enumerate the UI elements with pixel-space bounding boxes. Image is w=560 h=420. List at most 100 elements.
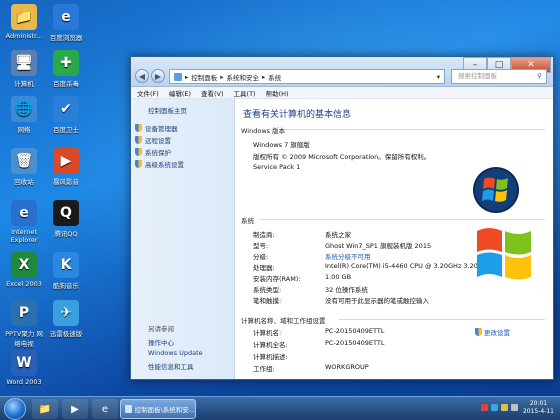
system-protection-link[interactable]: 系统保护 — [135, 147, 171, 157]
app-icon: ✈ — [53, 300, 79, 326]
address-bar[interactable]: ▸ 控制面板 ▸ 系统和安全 ▸ 系统 ▾ — [169, 69, 445, 84]
clock[interactable]: 20:01 2015-4-11 — [523, 400, 554, 416]
see-also-title: 另请参阅 — [148, 325, 174, 333]
tray-network-icon[interactable] — [491, 404, 498, 411]
remote-settings-link[interactable]: 远程设置 — [135, 135, 171, 145]
system-row-label: 分级: — [253, 253, 269, 261]
desktop-icon[interactable]: 🗑 回收站 — [2, 148, 46, 186]
desktop-icon[interactable]: X Excel 2003 — [2, 252, 46, 288]
desktop-icon[interactable]: 🖥 计算机 — [2, 50, 46, 88]
system-row-label: 制造商: — [253, 231, 275, 239]
taskbar-folder-icon[interactable]: 📁 — [32, 399, 58, 419]
desktop-icon-label: 计算机 — [14, 80, 34, 88]
control-panel-icon — [174, 72, 182, 81]
app-icon: Q — [53, 200, 79, 226]
system-row-value[interactable]: 系统分级不可用 — [325, 251, 371, 261]
app-icon: 🖥 — [11, 50, 37, 76]
tray-security-icon[interactable] — [501, 404, 508, 411]
change-settings-label: 更改设置 — [484, 329, 510, 337]
menu-tools[interactable]: 工具(T) — [234, 88, 256, 98]
breadcrumb-sep-icon: ▸ — [220, 72, 224, 81]
desktop-icon-label: 网络 — [17, 126, 31, 134]
app-icon: ▶ — [53, 148, 79, 174]
desktop-icon-label: Internet Explorer — [10, 228, 38, 244]
advanced-settings-label: 高级系统设置 — [145, 161, 184, 169]
start-button[interactable] — [4, 398, 26, 420]
menu-help[interactable]: 帮助(H) — [266, 88, 289, 98]
change-settings-link[interactable]: 更改设置 — [475, 327, 510, 337]
main-content: 查看有关计算机的基本信息 Windows 版本 Windows 7 旗舰版 版权… — [235, 99, 553, 379]
desktop-icon[interactable]: ▶ 暴风影音 — [44, 148, 88, 186]
system-row-label: 处理器: — [253, 264, 275, 272]
windows-flag-icon — [477, 228, 531, 280]
clock-time: 20:01 — [529, 400, 548, 407]
desktop-icon[interactable]: ✈ 迅雷极速版 — [44, 300, 88, 338]
computer-row-value: PC-20150409ETTL — [325, 339, 385, 347]
remote-settings-label: 远程设置 — [145, 137, 171, 145]
system-control-panel-window: – □ ✕ ◀ ▶ ▸ 控制面板 ▸ 系统和安全 ▸ 系统 ▾ 搜索控制面板 ⚲… — [130, 56, 554, 380]
control-panel-home-link[interactable]: 控制面板主页 — [148, 105, 187, 115]
divider — [339, 319, 545, 320]
taskbar-control-panel-task[interactable]: 控制面板\系统和安... — [120, 399, 196, 419]
action-center-link[interactable]: 操作中心 — [148, 337, 174, 347]
breadcrumb-system[interactable]: 系统 — [268, 72, 281, 82]
system-row-value: 没有可用于此显示器的笔或触控输入 — [325, 297, 429, 305]
taskbar-browser-icon[interactable]: e — [92, 399, 118, 419]
back-button[interactable]: ◀ — [135, 69, 149, 83]
windows-logo-icon — [473, 167, 519, 213]
taskbar-player-icon[interactable]: ▶ — [62, 399, 88, 419]
desktop-icon[interactable]: 🌐 网络 — [2, 96, 46, 134]
desktop-icon-label: 百度杀毒 — [53, 80, 79, 88]
tray-antivirus-icon[interactable] — [481, 404, 488, 411]
menu-view[interactable]: 查看(V) — [201, 88, 224, 98]
breadcrumb-system-security[interactable]: 系统和安全 — [227, 72, 260, 82]
breadcrumb-sep-icon: ▸ — [262, 72, 266, 81]
app-icon: e — [53, 4, 79, 30]
desktop-icon[interactable]: e Internet Explorer — [2, 200, 46, 244]
system-row-label: 型号: — [253, 242, 269, 250]
menu-file[interactable]: 文件(F) — [137, 88, 159, 98]
divider — [259, 219, 545, 220]
advanced-settings-link[interactable]: 高级系统设置 — [135, 159, 184, 169]
system-section-title: 系统 — [241, 217, 254, 225]
device-manager-link[interactable]: 设备管理器 — [135, 123, 178, 133]
app-icon: X — [11, 252, 37, 278]
title-bar[interactable]: – □ ✕ ◀ ▶ ▸ 控制面板 ▸ 系统和安全 ▸ 系统 ▾ 搜索控制面板 ⚲ — [131, 57, 553, 87]
desktop-icon[interactable]: Q 腾讯QQ — [44, 200, 88, 238]
desktop-icon[interactable]: ✔ 百度卫士 — [44, 96, 88, 134]
desktop-icon[interactable]: W Word 2003 — [2, 350, 46, 386]
menu-edit[interactable]: 编辑(E) — [169, 88, 191, 98]
windows-update-link[interactable]: Windows Update — [148, 349, 203, 357]
page-title: 查看有关计算机的基本信息 — [243, 110, 352, 120]
address-dropdown-icon[interactable]: ▾ — [437, 73, 440, 81]
desktop-icon[interactable]: e 百度浏览器 — [44, 4, 88, 42]
search-input[interactable]: 搜索控制面板 ⚲ — [451, 69, 547, 84]
system-row-value: Intel(R) Core(TM) i5-4460 CPU @ 3.20GHz … — [325, 262, 494, 270]
app-icon: W — [11, 350, 37, 376]
clock-date: 2015-4-11 — [522, 408, 554, 415]
breadcrumb-control-panel[interactable]: 控制面板 — [191, 72, 217, 82]
desktop-icon[interactable]: K 酷狗音乐 — [44, 252, 88, 290]
edition-section-title: Windows 版本 — [241, 127, 286, 135]
shield-icon — [475, 328, 482, 336]
computer-row-value: WORKGROUP — [325, 363, 369, 371]
computer-row-label: 工作组: — [253, 365, 275, 373]
device-manager-label: 设备管理器 — [145, 125, 178, 133]
desktop-icon[interactable]: 📁 Administr... — [2, 4, 46, 40]
desktop-icon-label: 暴风影音 — [53, 178, 79, 186]
performance-tools-link[interactable]: 性能信息和工具 — [148, 361, 194, 371]
desktop-icon-label: 腾讯QQ — [54, 230, 78, 238]
divider — [285, 129, 545, 130]
desktop-icon[interactable]: P PPTV聚力 网络电视 — [2, 300, 46, 348]
shield-icon — [135, 148, 142, 156]
forward-button[interactable]: ▶ — [151, 69, 165, 83]
taskbar: 📁 ▶ e 控制面板\系统和安... 20:01 2015-4-11 — [0, 396, 560, 420]
desktop-icon[interactable]: ✚ 百度杀毒 — [44, 50, 88, 88]
system-tray — [481, 404, 518, 411]
desktop-icon-label: 百度浏览器 — [49, 34, 83, 42]
tray-volume-icon[interactable] — [511, 404, 518, 411]
desktop-icon-label: 回收站 — [14, 178, 34, 186]
desktop-icon-label: Word 2003 — [6, 378, 42, 386]
search-icon[interactable]: ⚲ — [537, 70, 542, 83]
system-row-value: Ghost Win7_SP1 旗舰装机版 2015 — [325, 242, 432, 250]
